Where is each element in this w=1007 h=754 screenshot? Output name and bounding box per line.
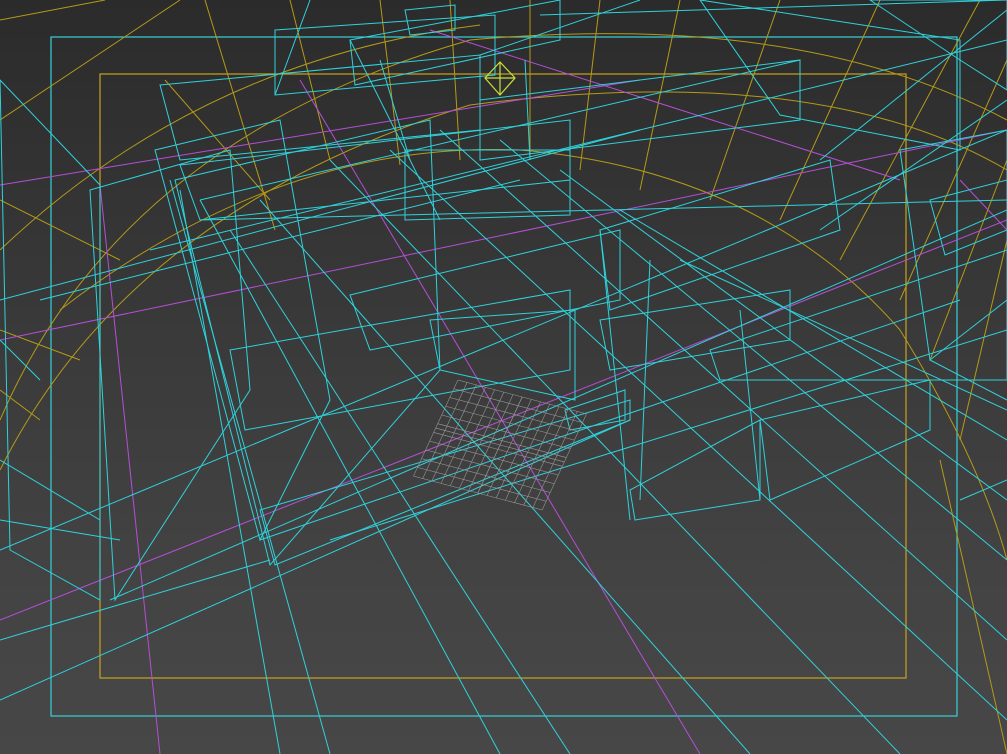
safe-frame-outer bbox=[50, 36, 958, 717]
3d-wireframe-viewport[interactable] bbox=[0, 0, 1007, 754]
wireframe-scene[interactable] bbox=[0, 0, 1007, 754]
cyan-wireframe-geometry bbox=[0, 0, 1007, 754]
light-gizmo-icon[interactable] bbox=[484, 61, 516, 96]
